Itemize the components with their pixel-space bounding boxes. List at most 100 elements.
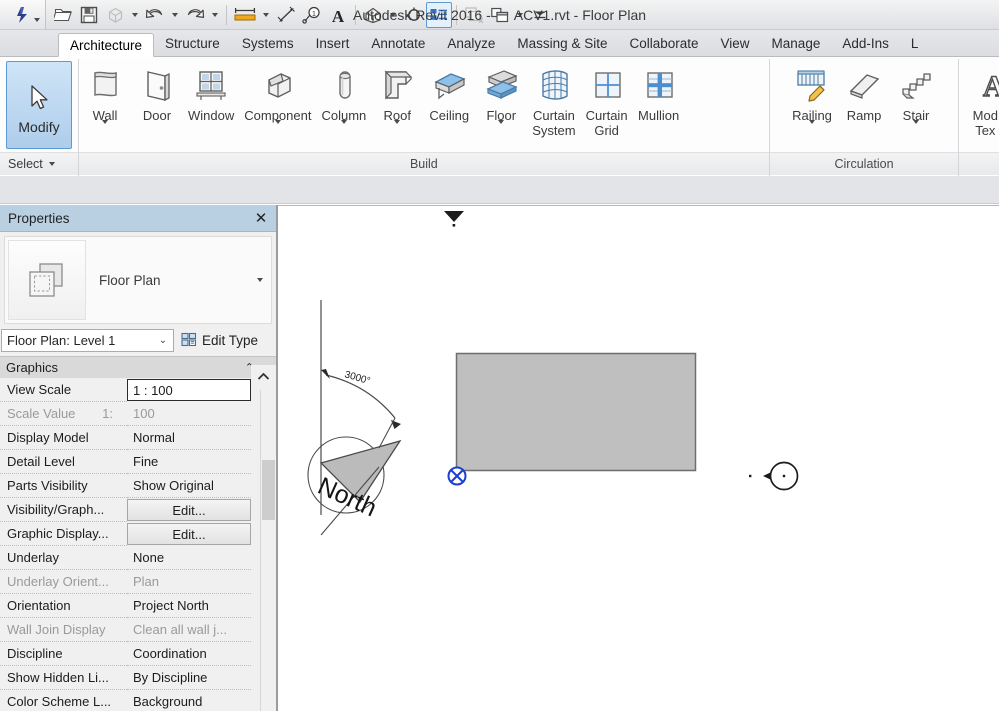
close-icon[interactable]: ✕ <box>252 209 270 227</box>
elevation-marker-top[interactable] <box>444 211 464 227</box>
properties-group-header[interactable]: Graphics ⌃ <box>0 356 276 378</box>
north-arrow-symbol[interactable]: 3000° North <box>307 300 402 536</box>
ribbon-button-dropdown-caret-icon[interactable] <box>274 120 281 142</box>
ribbon-tab-structure[interactable]: Structure <box>154 32 231 56</box>
chevron-up-icon[interactable] <box>251 365 276 387</box>
properties-group-name: Graphics <box>6 360 59 375</box>
drawing-canvas[interactable]: 3000° North <box>278 205 999 711</box>
section-icon[interactable] <box>400 2 426 28</box>
ribbon-tab-view[interactable]: View <box>710 32 761 56</box>
ribbon-button-dropdown-caret-icon[interactable] <box>498 120 505 142</box>
ribbon-tab-analyze[interactable]: Analyze <box>436 32 506 56</box>
default-3d-view-icon[interactable] <box>360 2 386 28</box>
ribbon-tab-manage[interactable]: Manage <box>761 32 832 56</box>
property-value[interactable]: 1 : 100 <box>127 379 251 401</box>
undo-dropdown-caret-icon[interactable] <box>168 12 182 17</box>
ribbon-tab-architecture[interactable]: Architecture <box>58 33 155 57</box>
property-value[interactable]: Normal <box>127 426 251 450</box>
ribbon-button-dropdown-caret-icon[interactable] <box>340 120 347 142</box>
thin-lines-icon[interactable] <box>426 1 452 28</box>
property-name-text: View Scale <box>7 382 72 397</box>
family-dropdown-caret-icon[interactable] <box>249 278 271 282</box>
project-base-point[interactable] <box>447 466 467 486</box>
ribbon-tab-collaborate[interactable]: Collaborate <box>618 32 709 56</box>
property-name: Detail Level <box>0 450 127 474</box>
ribbon-tab-l[interactable]: L <box>900 32 930 56</box>
select-panel-title-bar[interactable]: Select <box>0 152 78 175</box>
property-value[interactable]: Fine <box>127 450 251 474</box>
property-edit-button[interactable]: Edit... <box>127 499 251 521</box>
ribbon-button-ceiling[interactable]: Ceiling <box>423 63 475 123</box>
property-value[interactable]: Background <box>127 690 251 711</box>
ribbon-button-dropdown-caret-icon[interactable] <box>394 120 401 142</box>
palette-canvas-splitter[interactable] <box>277 205 278 711</box>
property-name: Underlay <box>0 546 127 570</box>
property-value[interactable]: None <box>127 546 251 570</box>
angle-dimension-text: 3000° <box>343 369 371 387</box>
ribbon-button-component[interactable]: Component <box>239 63 316 142</box>
modify-button[interactable]: Modify <box>6 61 72 149</box>
floor-slab[interactable] <box>455 352 697 472</box>
ribbon-button-ramp[interactable]: Ramp <box>838 63 890 123</box>
ribbon-tab-annotate[interactable]: Annotate <box>360 32 436 56</box>
property-value[interactable]: Show Original <box>127 474 251 498</box>
switch-windows-icon[interactable] <box>487 2 513 28</box>
property-value[interactable]: By Discipline <box>127 666 251 690</box>
ribbon-button-wall[interactable]: Wall <box>79 63 131 142</box>
type-selector-value: Floor Plan: Level 1 <box>7 333 116 348</box>
ribbon-tab-massing-site[interactable]: Massing & Site <box>506 32 618 56</box>
text-icon[interactable]: A <box>325 2 351 28</box>
type-selector-preview[interactable]: Floor Plan <box>4 236 272 324</box>
svg-text:A: A <box>983 70 999 103</box>
ribbon-button-mod-tex[interactable]: A Mod Tex <box>959 63 999 138</box>
redo-icon[interactable] <box>182 2 208 28</box>
ribbon-button-floor[interactable]: Floor <box>475 63 527 142</box>
switch-windows-dropdown-caret-icon[interactable] <box>513 12 527 17</box>
floor-icon <box>482 66 520 106</box>
ribbon-tab-systems[interactable]: Systems <box>231 32 305 56</box>
ribbon-button-curtain-system[interactable]: Curtain System <box>527 63 580 138</box>
ribbon-button-window[interactable]: Window <box>183 63 239 123</box>
property-edit-button[interactable]: Edit... <box>127 523 251 545</box>
elevation-marker-right[interactable] <box>749 461 799 491</box>
property-value[interactable]: Coordination <box>127 642 251 666</box>
property-row: Scale Value 1: 100 <box>0 402 276 426</box>
ribbon-button-mullion[interactable]: Mullion <box>633 63 685 123</box>
view3d-dropdown-caret-icon[interactable] <box>386 12 400 17</box>
ribbon-button-roof[interactable]: Roof <box>371 63 423 142</box>
property-value[interactable]: Project North <box>127 594 251 618</box>
railing-icon <box>793 66 831 106</box>
ribbon-button-stair[interactable]: Stair <box>890 63 942 142</box>
property-name: Underlay Orient... <box>0 570 127 594</box>
ribbon-button-column[interactable]: Column <box>316 63 371 142</box>
save-icon[interactable] <box>76 2 102 28</box>
undo-icon[interactable] <box>142 2 168 28</box>
close-hidden-windows-icon[interactable]: x <box>461 2 487 28</box>
ribbon-button-door[interactable]: Door <box>131 63 183 123</box>
window-icon <box>192 66 230 106</box>
properties-scrollbar-thumb[interactable] <box>262 460 275 520</box>
ribbon-button-railing[interactable]: Railing <box>786 63 838 142</box>
properties-scrollbar[interactable] <box>260 390 276 711</box>
measure-icon[interactable] <box>231 2 259 28</box>
ribbon-button-dropdown-caret-icon[interactable] <box>913 120 920 142</box>
open-icon[interactable] <box>50 2 76 28</box>
redo-dropdown-caret-icon[interactable] <box>208 12 222 17</box>
ribbon-button-curtain-grid[interactable]: Curtain Grid <box>581 63 633 138</box>
ribbon-tab-add-ins[interactable]: Add-Ins <box>831 32 900 56</box>
property-name-text: Color Scheme L... <box>7 694 112 709</box>
sync-with-central-icon[interactable] <box>102 2 128 28</box>
svg-text:A: A <box>332 7 345 24</box>
aligned-dimension-icon[interactable] <box>273 2 299 28</box>
application-menu-button[interactable] <box>0 0 46 29</box>
type-selector-combobox[interactable]: Floor Plan: Level 1 ⌄ <box>1 329 174 352</box>
tag-by-category-icon[interactable]: 1 <box>299 2 325 28</box>
ribbon-button-dropdown-caret-icon[interactable] <box>102 120 108 142</box>
customize-qat-icon[interactable] <box>527 2 553 28</box>
ribbon-button-dropdown-caret-icon[interactable] <box>809 120 816 142</box>
ribbon-tab-insert[interactable]: Insert <box>305 32 361 56</box>
qat-separator <box>226 4 227 25</box>
measure-dropdown-caret-icon[interactable] <box>259 12 273 17</box>
edit-type-button[interactable]: Edit Type <box>174 332 258 350</box>
sync-dropdown-caret-icon[interactable] <box>128 12 142 17</box>
